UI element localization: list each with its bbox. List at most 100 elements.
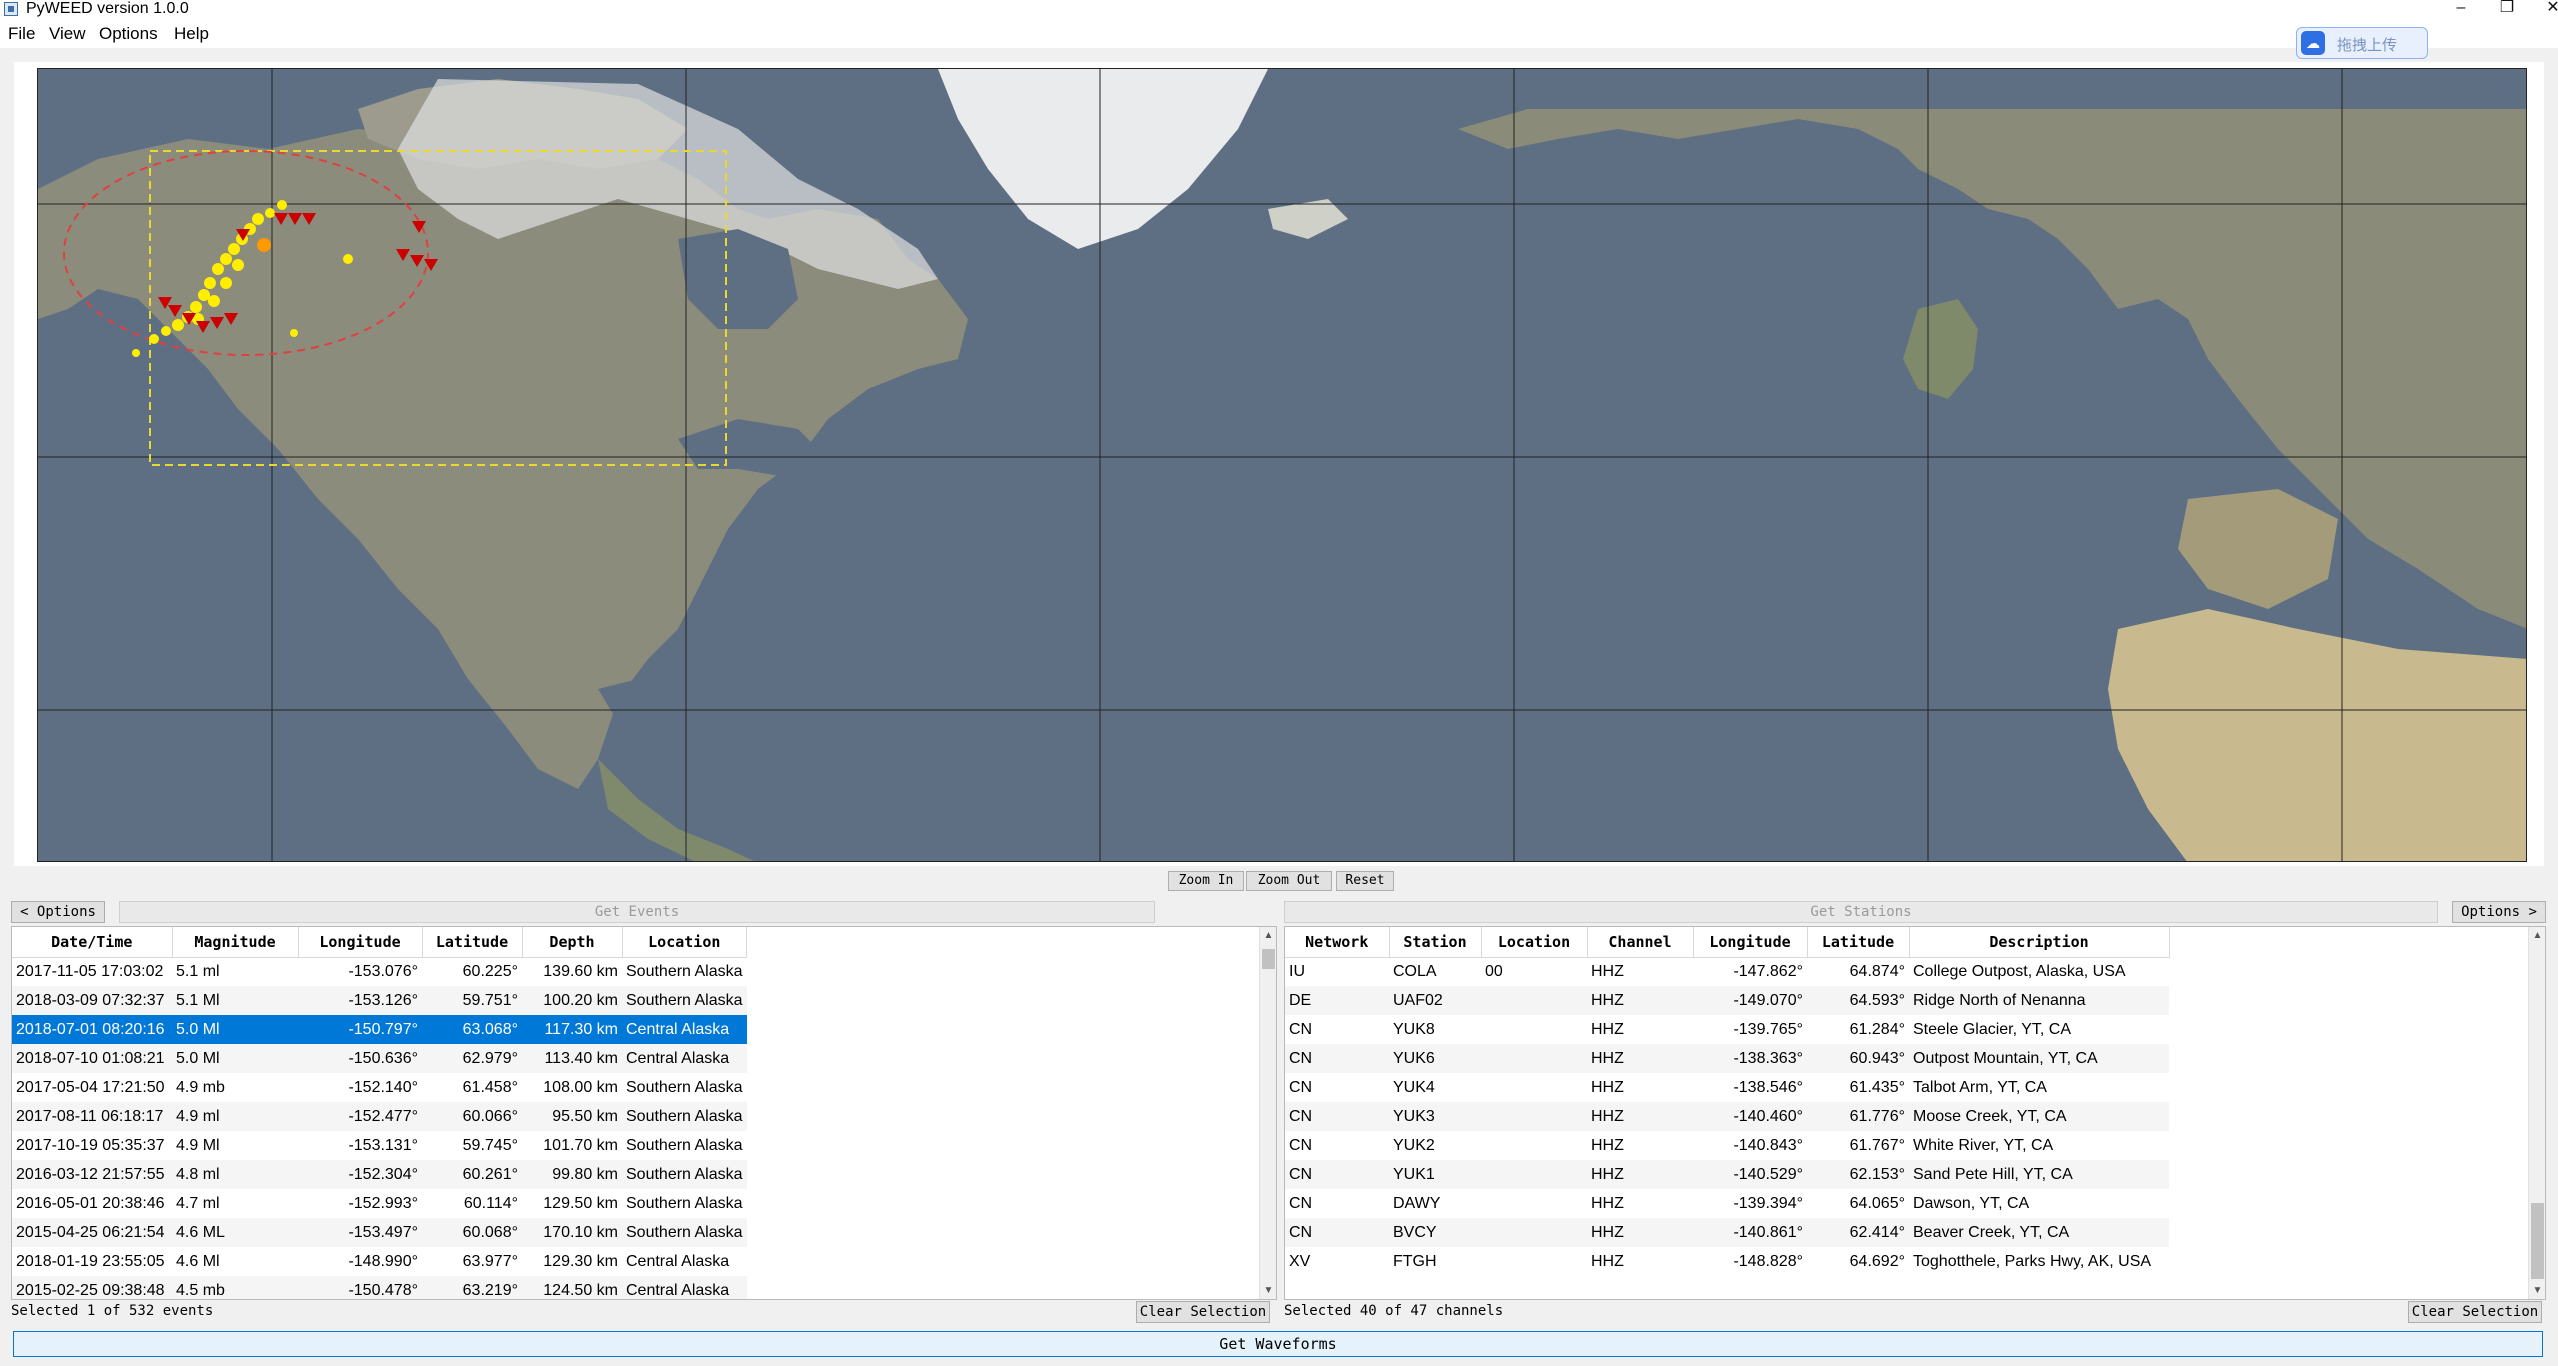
table-row[interactable]: 2016-05-01 20:38:46 4.7 ml -152.993° 60.114… — [12, 1189, 747, 1218]
table-cell: DE — [1285, 986, 1389, 1015]
table-row[interactable]: CN YUK6 HHZ -138.363° 60.943° Outpost Mountai… — [1285, 1044, 2169, 1073]
table-cell: 4.5 mb — [172, 1276, 298, 1299]
clear-stations-selection-button[interactable]: Clear Selection — [2408, 1301, 2542, 1323]
column-header[interactable]: Location — [622, 927, 748, 958]
table-row[interactable]: 2017-11-05 17:03:02 5.1 ml -153.076° 60.225… — [12, 957, 747, 986]
table-cell: Toghotthele, Parks Hwy, AK, USA — [1913, 1252, 2152, 1270]
events-options-button[interactable]: < Options — [11, 901, 105, 923]
table-cell: 63.068° — [422, 1015, 522, 1044]
reset-button[interactable]: Reset — [1336, 871, 1394, 891]
table-row[interactable]: CN YUK3 HHZ -140.460° 61.776° Moose Creek, YT… — [1285, 1102, 2169, 1131]
table-cell — [1481, 1102, 1587, 1131]
get-waveforms-button[interactable]: Get Waveforms — [13, 1331, 2543, 1357]
table-cell: Dawson, YT, CA — [1913, 1194, 2030, 1212]
table-cell: BVCY — [1389, 1218, 1481, 1247]
menu-file[interactable]: File — [8, 24, 35, 44]
table-cell: 62.414° — [1807, 1218, 1909, 1247]
table-row[interactable]: DE UAF02 HHZ -149.070° 64.593° Ridge North of… — [1285, 986, 2169, 1015]
table-cell — [1481, 1044, 1587, 1073]
table-row[interactable]: 2017-05-04 17:21:50 4.9 mb -152.140° 61.458… — [12, 1073, 747, 1102]
column-header[interactable]: Channel — [1587, 927, 1694, 958]
table-cell: 62.153° — [1807, 1160, 1909, 1189]
zoom-out-button[interactable]: Zoom Out — [1246, 871, 1332, 891]
table-cell: -150.797° — [298, 1015, 422, 1044]
table-row[interactable]: 2018-07-10 01:08:21 5.0 Ml -150.636° 62.979… — [12, 1044, 747, 1073]
events-scrollbar[interactable]: ▲ ▼ — [1259, 927, 1276, 1299]
stations-options-button[interactable]: Options > — [2452, 901, 2546, 923]
table-cell: CN — [1285, 1102, 1389, 1131]
table-cell: Beaver Creek, YT, CA — [1909, 1218, 2169, 1247]
table-cell: -139.394° — [1733, 1194, 1803, 1212]
table-row[interactable]: CN YUK1 HHZ -140.529° 62.153° Sand Pete Hill,… — [1285, 1160, 2169, 1189]
column-header[interactable]: Depth — [522, 927, 623, 958]
table-cell — [1481, 1160, 1587, 1189]
close-button[interactable]: ✕ — [2530, 0, 2558, 18]
table-row[interactable]: CN YUK4 HHZ -138.546° 61.435° Talbot Arm, YT,… — [1285, 1073, 2169, 1102]
menu-view[interactable]: View — [49, 24, 86, 44]
table-cell: 4.9 Ml — [176, 1136, 220, 1154]
column-header[interactable]: Date/Time — [12, 927, 173, 958]
window-title: PyWEED version 1.0.0 — [26, 0, 189, 17]
column-header[interactable]: Latitude — [1807, 927, 1910, 958]
table-cell: YUK6 — [1389, 1044, 1481, 1073]
scroll-down-arrow-icon[interactable]: ▼ — [2529, 1282, 2545, 1299]
table-cell: 00 — [1485, 962, 1503, 980]
table-cell: -150.636° — [298, 1044, 422, 1073]
table-row[interactable]: 2018-03-09 07:32:37 5.1 Ml -153.126° 59.751… — [12, 986, 747, 1015]
table-cell: 2015-04-25 06:21:54 — [12, 1218, 172, 1247]
menu-options[interactable]: Options — [99, 24, 158, 44]
map-canvas[interactable] — [37, 68, 2527, 862]
table-row[interactable]: XV FTGH HHZ -148.828° 64.692° Toghotthele, Pa… — [1285, 1247, 2169, 1276]
table-cell: 4.7 ml — [176, 1194, 220, 1212]
column-header[interactable]: Latitude — [422, 927, 523, 958]
table-row[interactable]: 2015-02-25 09:38:48 4.5 mb -150.478° 63.219… — [12, 1276, 747, 1299]
menu-help[interactable]: Help — [174, 24, 209, 44]
table-cell: -153.076° — [348, 962, 418, 980]
table-row[interactable]: 2017-08-11 06:18:17 4.9 ml -152.477° 60.066… — [12, 1102, 747, 1131]
column-header[interactable]: Magnitude — [172, 927, 299, 958]
scroll-thumb[interactable] — [1262, 949, 1275, 969]
table-row[interactable]: CN YUK2 HHZ -140.843° 61.767° White River, YT… — [1285, 1131, 2169, 1160]
table-row[interactable]: CN DAWY HHZ -139.394° 64.065° Dawson, YT, CA — [1285, 1189, 2169, 1218]
table-cell: 64.874° — [1849, 962, 1905, 980]
minimize-button[interactable]: – — [2438, 0, 2484, 18]
table-row[interactable]: 2018-07-01 08:20:16 5.0 Ml -150.797° 63.068… — [12, 1015, 747, 1044]
table-row[interactable]: 2017-10-19 05:35:37 4.9 Ml -153.131° 59.745… — [12, 1131, 747, 1160]
upload-widget[interactable]: ☁ 拖拽上传 — [2296, 27, 2428, 59]
table-row[interactable]: 2016-03-12 21:57:55 4.8 ml -152.304° 60.261… — [12, 1160, 747, 1189]
stations-table[interactable]: Network Station Location Channel Longitude La… — [1284, 926, 2546, 1300]
column-header[interactable]: Location — [1481, 927, 1588, 958]
table-row[interactable]: CN BVCY HHZ -140.861° 62.414° Beaver Creek, Y… — [1285, 1218, 2169, 1247]
zoom-in-button[interactable]: Zoom In — [1168, 871, 1244, 891]
event-marker — [220, 277, 232, 289]
table-cell: Sand Pete Hill, YT, CA — [1909, 1160, 2169, 1189]
table-cell: Central Alaska — [622, 1276, 747, 1299]
table-row[interactable]: 2015-04-25 06:21:54 4.6 ML -153.497° 60.068… — [12, 1218, 747, 1247]
event-marker — [198, 289, 210, 301]
scroll-thumb[interactable] — [2531, 1203, 2544, 1279]
column-header[interactable]: Network — [1285, 927, 1390, 958]
stations-scrollbar[interactable]: ▲ ▼ — [2528, 927, 2545, 1299]
scroll-up-arrow-icon[interactable]: ▲ — [2529, 927, 2545, 944]
column-header[interactable]: Station — [1389, 927, 1482, 958]
column-header[interactable]: Longitude — [298, 927, 423, 958]
get-events-button[interactable]: Get Events — [119, 901, 1155, 923]
scroll-up-arrow-icon[interactable]: ▲ — [1260, 927, 1276, 944]
event-marker — [190, 301, 202, 313]
maximize-button[interactable]: ❐ — [2484, 0, 2530, 18]
table-cell: -152.477° — [298, 1102, 422, 1131]
table-cell: -152.993° — [348, 1194, 418, 1212]
events-table[interactable]: Date/Time Magnitude Longitude Latitude Depth… — [11, 926, 1277, 1300]
table-row[interactable]: IU COLA 00 HHZ -147.862° 64.874° College Outpo… — [1285, 957, 2169, 986]
table-cell: 61.284° — [1849, 1020, 1905, 1038]
table-row[interactable]: 2018-01-19 23:55:05 4.6 Ml -148.990° 63.977… — [12, 1247, 747, 1276]
table-cell: 63.219° — [422, 1276, 522, 1299]
get-stations-button[interactable]: Get Stations — [1284, 901, 2438, 923]
scroll-down-arrow-icon[interactable]: ▼ — [1260, 1282, 1276, 1299]
table-row[interactable]: CN YUK8 HHZ -139.765° 61.284° Steele Glacier,… — [1285, 1015, 2169, 1044]
column-header[interactable]: Longitude — [1693, 927, 1808, 958]
column-header[interactable]: Description — [1909, 927, 2170, 958]
table-cell: -138.546° — [1733, 1078, 1803, 1096]
table-cell: 5.1 ml — [176, 962, 220, 980]
clear-events-selection-button[interactable]: Clear Selection — [1136, 1301, 1270, 1323]
